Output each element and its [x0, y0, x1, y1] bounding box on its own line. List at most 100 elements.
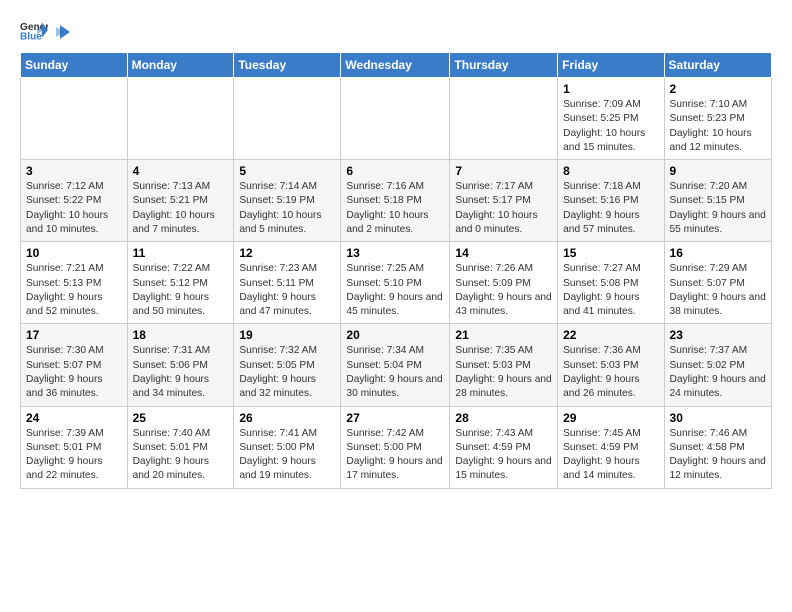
day-info: Sunrise: 7:10 AMSunset: 5:23 PMDaylight:… — [670, 98, 766, 155]
calendar-cell: 24 Sunrise: 7:39 AMSunset: 5:01 PMDayligh… — [21, 406, 128, 488]
calendar-cell — [450, 78, 558, 160]
calendar-cell — [127, 78, 234, 160]
calendar-cell: 15Sunrise: 7:27 AMSunset: 5:08 PMDayligh… — [558, 242, 664, 324]
logo: General Blue — [20, 16, 72, 44]
day-info: Sunrise: 7:09 AMSunset: 5:25 PMDaylight:… — [563, 98, 658, 155]
calendar-cell: 26 Sunrise: 7:41 AMSunset: 5:00 PMDayligh… — [234, 406, 341, 488]
calendar-cell: 21 Sunrise: 7:35 AMSunset: 5:03 PMDayligh… — [450, 324, 558, 406]
day-info: Sunrise: 7:17 AMSunset: 5:17 PMDaylight:… — [455, 180, 552, 237]
day-number: 28 — [455, 411, 552, 425]
day-number: 23 — [670, 328, 766, 342]
day-info: Sunrise: 7:35 AMSunset: 5:03 PMDaylight:… — [455, 344, 552, 401]
day-info: Sunrise: 7:34 AMSunset: 5:04 PMDaylight:… — [346, 344, 444, 401]
day-info: Sunrise: 7:39 AMSunset: 5:01 PMDaylight:… — [26, 427, 122, 484]
col-tuesday: Tuesday — [234, 53, 341, 78]
calendar-cell: 3 Sunrise: 7:12 AMSunset: 5:22 PMDaylight… — [21, 160, 128, 242]
day-number: 29 — [563, 411, 658, 425]
calendar-cell: 28 Sunrise: 7:43 AMSunset: 4:59 PMDayligh… — [450, 406, 558, 488]
calendar-cell: 16 Sunrise: 7:29 AMSunset: 5:07 PMDayligh… — [664, 242, 771, 324]
day-info: Sunrise: 7:14 AMSunset: 5:19 PMDaylight:… — [239, 180, 335, 237]
day-number: 21 — [455, 328, 552, 342]
calendar-cell: 19 Sunrise: 7:32 AMSunset: 5:05 PMDayligh… — [234, 324, 341, 406]
day-number: 1 — [563, 82, 658, 96]
calendar-cell: 2 Sunrise: 7:10 AMSunset: 5:23 PMDaylight… — [664, 78, 771, 160]
calendar-cell: 22Sunrise: 7:36 AMSunset: 5:03 PMDayligh… — [558, 324, 664, 406]
calendar-header: Sunday Monday Tuesday Wednesday Thursday… — [21, 53, 772, 78]
day-number: 24 — [26, 411, 122, 425]
day-info: Sunrise: 7:40 AMSunset: 5:01 PMDaylight:… — [133, 427, 229, 484]
day-number: 6 — [346, 164, 444, 178]
day-info: Sunrise: 7:25 AMSunset: 5:10 PMDaylight:… — [346, 262, 444, 319]
day-number: 5 — [239, 164, 335, 178]
calendar-cell: 23 Sunrise: 7:37 AMSunset: 5:02 PMDayligh… — [664, 324, 771, 406]
col-sunday: Sunday — [21, 53, 128, 78]
day-info: Sunrise: 7:12 AMSunset: 5:22 PMDaylight:… — [26, 180, 122, 237]
col-wednesday: Wednesday — [341, 53, 450, 78]
calendar-week-2: 10 Sunrise: 7:21 AMSunset: 5:13 PMDayligh… — [21, 242, 772, 324]
calendar-cell: 1 Sunrise: 7:09 AMSunset: 5:25 PMDaylight… — [558, 78, 664, 160]
day-number: 12 — [239, 246, 335, 260]
day-info: Sunrise: 7:22 AMSunset: 5:12 PMDaylight:… — [133, 262, 229, 319]
day-number: 10 — [26, 246, 122, 260]
day-number: 19 — [239, 328, 335, 342]
day-number: 7 — [455, 164, 552, 178]
day-info: Sunrise: 7:45 AMSunset: 4:59 PMDaylight:… — [563, 427, 658, 484]
calendar-cell: 5 Sunrise: 7:14 AMSunset: 5:19 PMDaylight… — [234, 160, 341, 242]
day-info: Sunrise: 7:26 AMSunset: 5:09 PMDaylight:… — [455, 262, 552, 319]
logo-icon: General Blue — [20, 16, 48, 44]
calendar-cell: 13 Sunrise: 7:25 AMSunset: 5:10 PMDayligh… — [341, 242, 450, 324]
day-info: Sunrise: 7:42 AMSunset: 5:00 PMDaylight:… — [346, 427, 444, 484]
day-number: 20 — [346, 328, 444, 342]
day-info: Sunrise: 7:18 AMSunset: 5:16 PMDaylight:… — [563, 180, 658, 237]
day-number: 27 — [346, 411, 444, 425]
header-row: Sunday Monday Tuesday Wednesday Thursday… — [21, 53, 772, 78]
header: General Blue — [20, 16, 772, 44]
calendar-body: 1 Sunrise: 7:09 AMSunset: 5:25 PMDaylight… — [21, 78, 772, 489]
day-info: Sunrise: 7:41 AMSunset: 5:00 PMDaylight:… — [239, 427, 335, 484]
day-info: Sunrise: 7:46 AMSunset: 4:58 PMDaylight:… — [670, 427, 766, 484]
day-number: 15 — [563, 246, 658, 260]
day-info: Sunrise: 7:32 AMSunset: 5:05 PMDaylight:… — [239, 344, 335, 401]
day-number: 26 — [239, 411, 335, 425]
calendar-cell — [341, 78, 450, 160]
day-info: Sunrise: 7:36 AMSunset: 5:03 PMDaylight:… — [563, 344, 658, 401]
calendar-cell: 10 Sunrise: 7:21 AMSunset: 5:13 PMDayligh… — [21, 242, 128, 324]
day-info: Sunrise: 7:16 AMSunset: 5:18 PMDaylight:… — [346, 180, 444, 237]
day-number: 3 — [26, 164, 122, 178]
day-number: 17 — [26, 328, 122, 342]
day-info: Sunrise: 7:31 AMSunset: 5:06 PMDaylight:… — [133, 344, 229, 401]
day-number: 8 — [563, 164, 658, 178]
day-info: Sunrise: 7:43 AMSunset: 4:59 PMDaylight:… — [455, 427, 552, 484]
page: General Blue — [0, 0, 792, 505]
calendar-cell: 18 Sunrise: 7:31 AMSunset: 5:06 PMDayligh… — [127, 324, 234, 406]
calendar-cell: 9 Sunrise: 7:20 AMSunset: 5:15 PMDaylight… — [664, 160, 771, 242]
col-monday: Monday — [127, 53, 234, 78]
calendar-cell: 4Sunrise: 7:13 AMSunset: 5:21 PMDaylight… — [127, 160, 234, 242]
day-number: 16 — [670, 246, 766, 260]
calendar-week-1: 3 Sunrise: 7:12 AMSunset: 5:22 PMDaylight… — [21, 160, 772, 242]
day-info: Sunrise: 7:29 AMSunset: 5:07 PMDaylight:… — [670, 262, 766, 319]
day-info: Sunrise: 7:20 AMSunset: 5:15 PMDaylight:… — [670, 180, 766, 237]
calendar-cell: 14Sunrise: 7:26 AMSunset: 5:09 PMDayligh… — [450, 242, 558, 324]
calendar-cell: 12Sunrise: 7:23 AMSunset: 5:11 PMDayligh… — [234, 242, 341, 324]
day-info: Sunrise: 7:30 AMSunset: 5:07 PMDaylight:… — [26, 344, 122, 401]
day-info: Sunrise: 7:37 AMSunset: 5:02 PMDaylight:… — [670, 344, 766, 401]
calendar-week-4: 24 Sunrise: 7:39 AMSunset: 5:01 PMDayligh… — [21, 406, 772, 488]
day-number: 2 — [670, 82, 766, 96]
calendar-week-0: 1 Sunrise: 7:09 AMSunset: 5:25 PMDaylight… — [21, 78, 772, 160]
day-number: 18 — [133, 328, 229, 342]
day-number: 30 — [670, 411, 766, 425]
col-saturday: Saturday — [664, 53, 771, 78]
col-thursday: Thursday — [450, 53, 558, 78]
calendar-cell: 20 Sunrise: 7:34 AMSunset: 5:04 PMDayligh… — [341, 324, 450, 406]
calendar-cell: 17 Sunrise: 7:30 AMSunset: 5:07 PMDayligh… — [21, 324, 128, 406]
calendar-cell: 25Sunrise: 7:40 AMSunset: 5:01 PMDayligh… — [127, 406, 234, 488]
day-number: 13 — [346, 246, 444, 260]
calendar-week-3: 17 Sunrise: 7:30 AMSunset: 5:07 PMDayligh… — [21, 324, 772, 406]
day-info: Sunrise: 7:21 AMSunset: 5:13 PMDaylight:… — [26, 262, 122, 319]
day-number: 9 — [670, 164, 766, 178]
logo-arrow-icon — [54, 23, 72, 41]
calendar-cell: 30 Sunrise: 7:46 AMSunset: 4:58 PMDayligh… — [664, 406, 771, 488]
col-friday: Friday — [558, 53, 664, 78]
calendar-cell: 29 Sunrise: 7:45 AMSunset: 4:59 PMDayligh… — [558, 406, 664, 488]
